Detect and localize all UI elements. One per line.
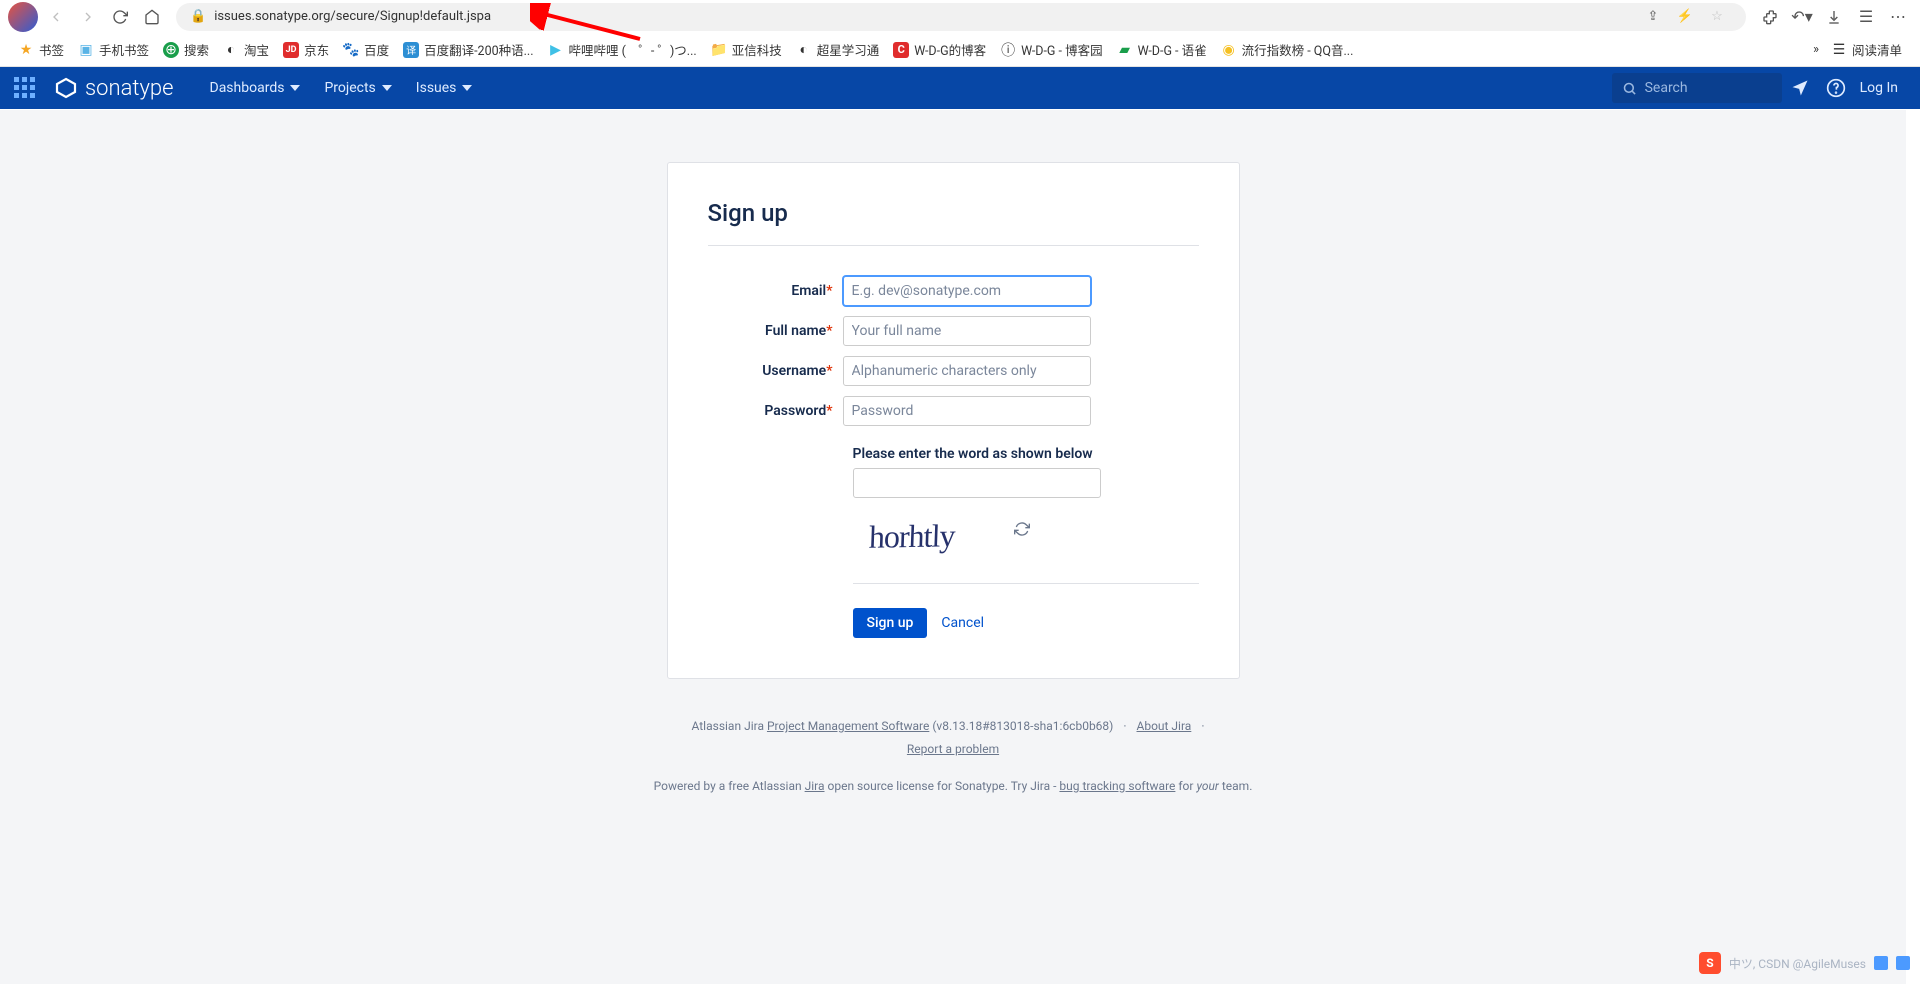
feedback-icon[interactable]: [1782, 78, 1818, 98]
help-icon[interactable]: [1818, 78, 1854, 98]
username-field[interactable]: [843, 356, 1091, 386]
bookmark-item[interactable]: ⊕搜索: [163, 40, 209, 59]
nav-issues[interactable]: Issues: [416, 80, 473, 96]
page-title: Sign up: [708, 199, 1199, 246]
share-icon[interactable]: ⇪: [1642, 9, 1664, 24]
sonatype-logo[interactable]: sonatype: [54, 76, 174, 101]
brand-text: sonatype: [85, 76, 174, 101]
search-box[interactable]: [1612, 73, 1782, 103]
back-button[interactable]: [42, 3, 70, 31]
captcha-refresh-icon[interactable]: [1014, 521, 1030, 541]
profile-avatar[interactable]: [8, 2, 38, 32]
bookmarks-more[interactable]: »: [1813, 42, 1819, 57]
jira-link[interactable]: Jira: [805, 779, 825, 793]
bookmark-item[interactable]: ◉流行指数榜 - QQ音...: [1221, 40, 1354, 59]
login-link[interactable]: Log In: [1860, 80, 1898, 96]
annotation-arrow: [530, 3, 650, 51]
report-problem-link[interactable]: Report a problem: [907, 742, 999, 756]
search-input[interactable]: [1645, 80, 1755, 96]
captcha-field[interactable]: [853, 468, 1101, 498]
reading-icon[interactable]: ☰: [1852, 3, 1880, 31]
reload-button[interactable]: [106, 3, 134, 31]
browser-toolbar: 🔒 issues.sonatype.org/secure/Signup!defa…: [0, 0, 1920, 33]
home-button[interactable]: [138, 3, 166, 31]
lock-icon: 🔒: [190, 9, 206, 24]
url-text: issues.sonatype.org/secure/Signup!defaul…: [214, 9, 1634, 24]
footer: Atlassian Jira Project Management Softwa…: [0, 715, 1906, 827]
ime-icon[interactable]: S: [1699, 952, 1721, 974]
email-field[interactable]: [843, 276, 1091, 306]
bookmark-item[interactable]: 译百度翻译-200种语...: [403, 40, 533, 59]
bookmarks-bar: ★书签 ▣手机书签 ⊕搜索 ◐淘宝 JD京东 🐾百度 译百度翻译-200种语..…: [0, 33, 1920, 67]
bookmark-item[interactable]: ▣手机书签: [78, 40, 149, 59]
bookmark-item[interactable]: ◐淘宝: [223, 40, 269, 59]
bookmark-item[interactable]: 🐾百度: [343, 40, 389, 59]
search-icon: [1622, 81, 1637, 96]
nav-dashboards[interactable]: Dashboards: [210, 80, 301, 96]
cancel-link[interactable]: Cancel: [941, 615, 984, 631]
bookmark-item[interactable]: CW-D-G的博客: [893, 40, 986, 59]
signup-card: Sign up Email* Full name* Username* Pass…: [667, 162, 1240, 679]
bookmark-item[interactable]: ◐超星学习通: [796, 40, 880, 59]
urlbar-actions: ⇪ ⚡ ☆: [1642, 9, 1732, 24]
undo-icon[interactable]: ↶▾: [1788, 3, 1816, 31]
username-label: Username*: [708, 363, 843, 379]
nav-projects[interactable]: Projects: [324, 80, 391, 96]
fullname-label: Full name*: [708, 323, 843, 339]
bookmark-item[interactable]: ▰W-D-G - 语雀: [1117, 40, 1207, 59]
bookmark-item[interactable]: ⓘW-D-G - 博客园: [1000, 40, 1103, 59]
jira-navbar: sonatype Dashboards Projects Issues Log …: [0, 67, 1920, 109]
bookmark-item[interactable]: JD京东: [283, 40, 329, 59]
ime-badge: [1896, 956, 1910, 970]
fullname-field[interactable]: [843, 316, 1091, 346]
menu-icon[interactable]: ⋯: [1884, 3, 1912, 31]
address-bar[interactable]: 🔒 issues.sonatype.org/secure/Signup!defa…: [176, 3, 1746, 31]
star-icon[interactable]: ☆: [1706, 9, 1728, 24]
nav-menu: Dashboards Projects Issues: [210, 80, 473, 96]
extensions-icon[interactable]: [1756, 3, 1784, 31]
page-body: Sign up Email* Full name* Username* Pass…: [0, 110, 1906, 984]
forward-button[interactable]: [74, 3, 102, 31]
bts-link[interactable]: bug tracking software: [1059, 779, 1175, 793]
download-icon[interactable]: [1820, 3, 1848, 31]
bookmark-item[interactable]: 📁亚信科技: [711, 40, 782, 59]
about-jira-link[interactable]: About Jira: [1137, 719, 1192, 733]
app-switcher-icon[interactable]: [14, 77, 36, 99]
email-label: Email*: [708, 283, 843, 299]
pm-software-link[interactable]: Project Management Software: [767, 719, 929, 733]
ime-status: S 中ツ, CSDN @AgileMuses: [1699, 952, 1910, 974]
ime-badge: [1874, 956, 1888, 970]
bolt-icon[interactable]: ⚡: [1674, 9, 1696, 24]
captcha-label: Please enter the word as shown below: [853, 446, 1199, 462]
reading-list[interactable]: ☰阅读清单: [1831, 40, 1902, 59]
signup-button[interactable]: Sign up: [853, 608, 928, 638]
password-field[interactable]: [843, 396, 1091, 426]
captcha-image: horhtly: [868, 517, 955, 555]
bookmark-item[interactable]: ★书签: [18, 40, 64, 59]
password-label: Password*: [708, 403, 843, 419]
